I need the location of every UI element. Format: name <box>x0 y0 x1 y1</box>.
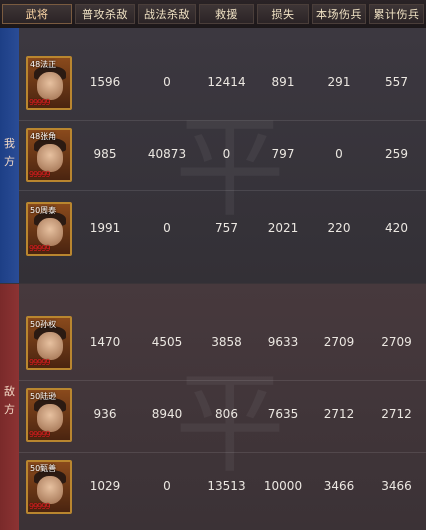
enemy-side-section: 敌 方 平 50孙权 99999 1470 4505 3858 9633 270… <box>0 284 426 530</box>
battle-wounded-value: 291 <box>327 75 351 89</box>
skill-kills-value: 4505 <box>151 335 183 349</box>
loss-value: 891 <box>271 75 295 89</box>
rescue-value: 0 <box>222 147 231 161</box>
header-rescue[interactable]: 救援 <box>199 4 254 24</box>
total-wounded-value: 3466 <box>381 479 412 493</box>
total-wounded-value: 557 <box>385 75 408 89</box>
normal-kills-value: 936 <box>93 407 117 421</box>
total-wounded-value: 2709 <box>381 335 412 349</box>
total-wounded-value: 2712 <box>381 407 412 421</box>
skill-kills-value: 40873 <box>147 147 187 161</box>
total-wounded-value: 259 <box>385 147 408 161</box>
header-total-wounded[interactable]: 累计伤兵 <box>369 4 424 24</box>
skill-kills-value: 8940 <box>151 407 183 421</box>
own-side-label-1: 我 <box>4 137 15 150</box>
star-rating: 99999 <box>29 170 50 179</box>
loss-value: 9633 <box>267 335 299 349</box>
general-row[interactable]: 48张角 99999 985 40873 0 797 0 259 <box>19 124 426 192</box>
general-level-name: 48法正 <box>30 60 57 69</box>
loss-value: 7635 <box>267 407 299 421</box>
portrait-face <box>37 144 63 172</box>
general-level-name: 50周泰 <box>30 206 57 215</box>
general-portrait[interactable]: 48法正 99999 <box>26 56 72 110</box>
portrait-face <box>37 332 63 360</box>
general-portrait[interactable]: 50陆逊 99999 <box>26 388 72 442</box>
battle-wounded-value: 2709 <box>323 335 355 349</box>
portrait-face <box>37 218 63 246</box>
star-rating: 99999 <box>29 98 50 107</box>
battle-wounded-value: 2712 <box>323 407 355 421</box>
skill-kills-value: 0 <box>163 479 171 493</box>
loss-value: 10000 <box>263 479 303 493</box>
row-divider <box>19 120 426 121</box>
rescue-value: 13513 <box>207 479 246 493</box>
normal-kills-value: 1029 <box>89 479 121 493</box>
enemy-side-label-1: 敌 <box>4 385 15 398</box>
general-row[interactable]: 50陆逊 99999 936 8940 806 7635 2712 2712 <box>19 384 426 452</box>
general-row[interactable]: 50周泰 99999 1991 0 757 2021 220 420 <box>19 198 426 266</box>
normal-kills-value: 1596 <box>89 75 121 89</box>
normal-kills-value: 1470 <box>89 335 121 349</box>
general-portrait[interactable]: 48张角 99999 <box>26 128 72 182</box>
general-level-name: 50甄善 <box>30 464 57 473</box>
normal-kills-value: 985 <box>93 147 117 161</box>
header-normal-kills[interactable]: 普攻杀敌 <box>75 4 135 24</box>
portrait-face <box>37 476 63 504</box>
header-general[interactable]: 武将 <box>2 4 72 24</box>
skill-kills-value: 0 <box>163 75 171 89</box>
portrait-face <box>37 404 63 432</box>
rescue-value: 3858 <box>211 335 242 349</box>
general-portrait[interactable]: 50甄善 99999 <box>26 460 72 514</box>
own-side-section: 我 方 平 48法正 99999 1596 0 12414 891 291 55… <box>0 28 426 283</box>
loss-value: 2021 <box>267 221 299 235</box>
enemy-side-label-2: 方 <box>4 403 15 416</box>
battle-wounded-value: 0 <box>335 147 343 161</box>
star-rating: 99999 <box>29 244 50 253</box>
row-divider <box>19 190 426 191</box>
general-row[interactable]: 48法正 99999 1596 0 12414 891 291 557 <box>19 52 426 120</box>
rescue-value: 806 <box>215 407 238 421</box>
general-level-name: 48张角 <box>30 132 57 141</box>
general-row[interactable]: 50孙权 99999 1470 4505 3858 9633 2709 2709 <box>19 312 426 380</box>
header-battle-wounded[interactable]: 本场伤兵 <box>312 4 366 24</box>
portrait-face <box>37 72 63 100</box>
rescue-value: 757 <box>215 221 238 235</box>
star-rating: 99999 <box>29 358 50 367</box>
header-loss[interactable]: 损失 <box>257 4 309 24</box>
normal-kills-value: 1991 <box>89 221 121 235</box>
star-rating: 99999 <box>29 430 50 439</box>
skill-kills-value: 0 <box>163 221 171 235</box>
general-level-name: 50孙权 <box>30 320 57 329</box>
header-skill-kills[interactable]: 战法杀敌 <box>138 4 196 24</box>
row-divider <box>19 380 426 381</box>
general-row[interactable]: 50甄善 99999 1029 0 13513 10000 3466 3466 <box>19 456 426 524</box>
general-level-name: 50陆逊 <box>30 392 57 401</box>
star-rating: 99999 <box>29 502 50 511</box>
rescue-value: 12414 <box>207 75 246 89</box>
battle-wounded-value: 3466 <box>323 479 355 493</box>
battle-wounded-value: 220 <box>327 221 351 235</box>
stats-header: 武将 普攻杀敌 战法杀敌 救援 损失 本场伤兵 累计伤兵 <box>0 0 426 29</box>
general-portrait[interactable]: 50周泰 99999 <box>26 202 72 256</box>
enemy-side-bar: 敌 方 <box>0 284 19 530</box>
loss-value: 797 <box>271 147 295 161</box>
own-side-label-2: 方 <box>4 155 15 168</box>
total-wounded-value: 420 <box>385 221 408 235</box>
own-side-bar: 我 方 <box>0 28 19 283</box>
row-divider <box>19 452 426 453</box>
general-portrait[interactable]: 50孙权 99999 <box>26 316 72 370</box>
